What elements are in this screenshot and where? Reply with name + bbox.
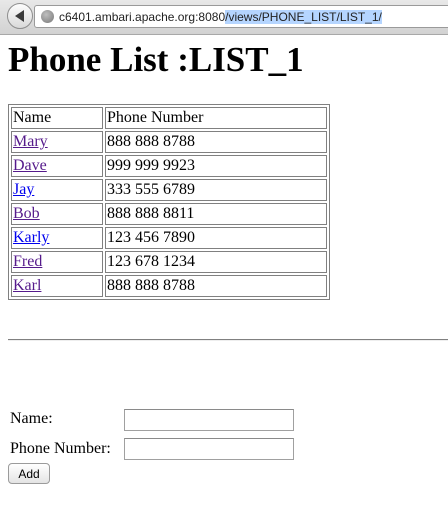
column-header-name: Name <box>11 107 103 129</box>
phone-number-label: Phone Number: <box>10 440 111 457</box>
phone-number-cell: 999 999 9923 <box>105 155 327 177</box>
browser-toolbar: c6401.ambari.apache.org:8080/views/PHONE… <box>0 0 448 35</box>
contact-name-link[interactable]: Dave <box>13 157 47 174</box>
contact-name-link[interactable]: Mary <box>13 133 48 150</box>
contact-name-link[interactable]: Karl <box>13 277 41 294</box>
back-button[interactable] <box>7 3 33 29</box>
name-cell: Jay <box>11 179 103 201</box>
table-header-row: Name Phone Number <box>11 107 327 129</box>
name-cell: Karl <box>11 275 103 297</box>
phone-number-input[interactable] <box>124 438 294 460</box>
phone-number-cell: 888 888 8811 <box>105 203 327 225</box>
url-host: c6401.ambari.apache.org:8080 <box>59 9 226 24</box>
globe-icon <box>41 10 54 23</box>
name-input[interactable] <box>124 409 294 431</box>
name-cell: Mary <box>11 131 103 153</box>
contact-name-link[interactable]: Bob <box>13 205 40 222</box>
name-cell: Dave <box>11 155 103 177</box>
name-cell: Karly <box>11 227 103 249</box>
column-header-phone: Phone Number <box>105 107 327 129</box>
url-path-selected: /views/PHONE_LIST/LIST_1/ <box>225 9 382 24</box>
table-row: Bob 888 888 8811 <box>11 203 327 225</box>
contact-name-link[interactable]: Karly <box>13 229 49 246</box>
contact-name-link[interactable]: Jay <box>13 181 34 198</box>
phone-number-cell: 888 888 8788 <box>105 131 327 153</box>
contact-name-link[interactable]: Fred <box>13 253 42 270</box>
back-arrow-icon <box>14 10 24 22</box>
table-row: Mary 888 888 8788 <box>11 131 327 153</box>
name-cell: Fred <box>11 251 103 273</box>
add-button[interactable]: Add <box>8 463 50 484</box>
phone-number-cell: 123 678 1234 <box>105 251 327 273</box>
table-row: Jay 333 555 6789 <box>11 179 327 201</box>
page-title: Phone List :LIST_1 <box>8 40 304 79</box>
name-label: Name: <box>10 410 53 427</box>
phone-list-table: Name Phone Number Mary 888 888 8788 Dave 99… <box>8 104 330 300</box>
name-cell: Bob <box>11 203 103 225</box>
phone-number-cell: 123 456 7890 <box>105 227 327 249</box>
phone-number-cell: 888 888 8788 <box>105 275 327 297</box>
table-row: Dave 999 999 9923 <box>11 155 327 177</box>
table-row: Fred 123 678 1234 <box>11 251 327 273</box>
url-text: c6401.ambari.apache.org:8080/views/PHONE… <box>59 9 382 25</box>
table-row: Karl 888 888 8788 <box>11 275 327 297</box>
phone-number-cell: 333 555 6789 <box>105 179 327 201</box>
horizontal-divider <box>8 339 448 341</box>
table-row: Karly 123 456 7890 <box>11 227 327 249</box>
address-bar[interactable]: c6401.ambari.apache.org:8080/views/PHONE… <box>34 5 448 28</box>
